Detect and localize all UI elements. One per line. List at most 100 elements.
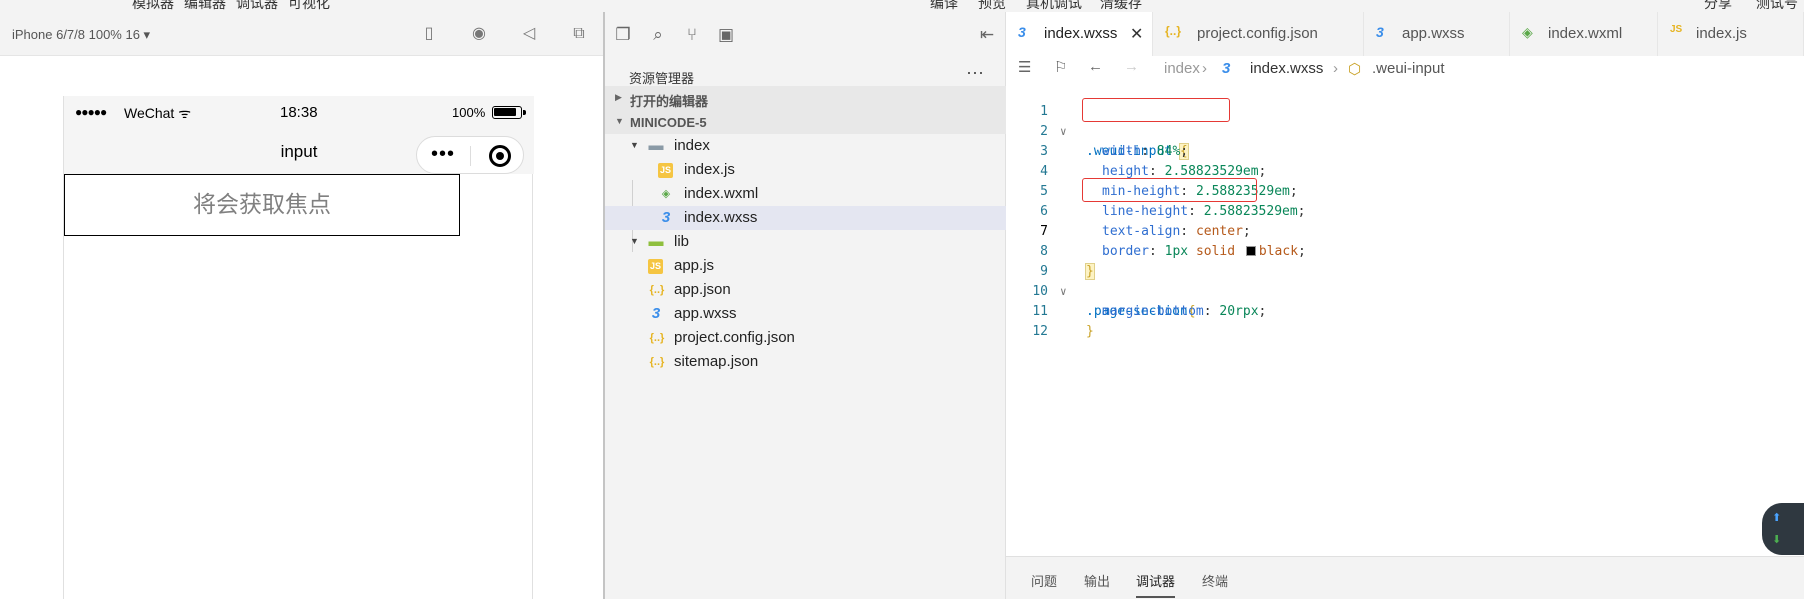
project-section[interactable]: ▼ MINICODE-5 (605, 110, 1006, 134)
chevron-down-icon: ▼ (630, 236, 639, 246)
tab-label: index.js (1696, 25, 1747, 42)
menu-test-account[interactable]: 测试号 (1756, 0, 1798, 12)
tree-item-label: app.wxss (674, 305, 737, 322)
files-icon[interactable]: ❐ (612, 24, 634, 46)
explorer-panel: ❐ ⌕ ⑂ ▣ ⇤ 资源管理器 ··· ▶ 打开的编辑器 ▼ MINICODE-… (605, 12, 1006, 599)
chevron-right-icon: › (1202, 60, 1207, 77)
tab-project-config-json[interactable]: {..} project.config.json (1153, 12, 1364, 56)
tab-problems[interactable]: 问题 (1031, 571, 1057, 590)
highlight-box-text-align (1082, 178, 1257, 202)
tab-app-wxss[interactable]: 3 app.wxss (1364, 12, 1510, 56)
search-icon[interactable]: ⌕ (647, 24, 669, 46)
folder-open-icon: ▬ (648, 137, 664, 154)
js-file-icon: JS (648, 259, 663, 274)
tab-label: index.wxss (1044, 25, 1118, 42)
tree-item-index-js[interactable]: JS index.js (605, 158, 1006, 182)
menu-clear-cache[interactable]: 清缓存 (1100, 0, 1142, 12)
tab-index-wxss[interactable]: 3 index.wxss ✕ (1006, 12, 1153, 56)
more-icon[interactable]: ••• (431, 143, 455, 166)
record-icon[interactable]: ◉ (469, 24, 489, 44)
code-line: 8 } (1006, 222, 1804, 280)
tree-item-project-config-json[interactable]: {..} project.config.json (605, 326, 1006, 350)
device-selector[interactable]: iPhone 6/7/8 100% 16 ▾ (12, 27, 150, 43)
tab-label: index.wxml (1548, 25, 1623, 42)
tree-item-lib-folder[interactable]: ▼ ▬ lib (605, 230, 1006, 254)
menu-visual[interactable]: 可视化 (288, 0, 330, 12)
tree-item-index-wxss[interactable]: 3 index.wxss (605, 206, 1006, 230)
folder-lib-icon: ▬ (648, 233, 664, 250)
upload-arrow-icon: ⬆ (1772, 512, 1782, 524)
tree-item-label: app.json (674, 281, 731, 298)
project-label: MINICODE-5 (630, 115, 707, 130)
wifi-icon: ᯤ (178, 105, 192, 121)
code-editor: 3 index.wxss ✕ {..} project.config.json … (1006, 12, 1804, 599)
tree-item-app-json[interactable]: {..} app.json (605, 278, 1006, 302)
tab-index-js[interactable]: JS index.js (1658, 12, 1804, 56)
tree-item-app-js[interactable]: JS app.js (605, 254, 1006, 278)
weui-input-field[interactable]: 将会获取焦点 (64, 174, 460, 236)
phone-screen: ●●●●● WeChat ᯤ 18:38 100% input ••• 将会获取… (63, 96, 534, 599)
tree-item-index-wxml[interactable]: ◈ index.wxml (605, 182, 1006, 206)
simulator-toolbar: iPhone 6/7/8 100% 16 ▾ ▯ ◉ ◁ ⧉ (0, 12, 603, 56)
forward-arrow-icon[interactable]: → (1124, 58, 1139, 75)
line-number: 12 (1032, 324, 1048, 339)
tab-index-wxml[interactable]: ◈ index.wxml (1510, 12, 1658, 56)
wxml-file-icon: ◈ (661, 188, 671, 200)
detach-window-icon[interactable]: ⧉ (569, 24, 589, 44)
menu-simulator[interactable]: 模拟器 (132, 0, 174, 12)
tab-output[interactable]: 输出 (1084, 571, 1110, 590)
breadcrumb-file[interactable]: index.wxss (1250, 60, 1323, 77)
close-miniprogram-icon[interactable] (489, 145, 511, 167)
json-file-icon: {..} (649, 356, 665, 368)
code-text: } (1086, 324, 1094, 339)
menu-debugger[interactable]: 调试器 (236, 0, 278, 12)
tab-debugger[interactable]: 调试器 (1136, 571, 1176, 598)
explorer-title: 资源管理器 (629, 71, 695, 86)
breadcrumb-folder[interactable]: index (1164, 60, 1200, 77)
source-control-icon[interactable]: ⑂ (681, 24, 703, 46)
top-menu-bar: 模拟器 编辑器 调试器 可视化 编译 预览 真机调试 清缓存 分享 测试号 (0, 0, 1804, 12)
outline-icon[interactable]: ☰ (1018, 58, 1031, 76)
menu-share[interactable]: 分享 (1704, 0, 1732, 12)
volume-icon[interactable]: ◁ (519, 24, 539, 44)
simulator-panel: iPhone 6/7/8 100% 16 ▾ ▯ ◉ ◁ ⧉ ●●●●● WeC… (0, 12, 603, 599)
close-icon[interactable]: ✕ (1130, 24, 1143, 44)
capsule-divider (470, 146, 471, 166)
tree-item-label: index.wxml (684, 185, 759, 202)
code-line: 7 border: 1px solid black; (1006, 202, 1804, 259)
tab-terminal[interactable]: 终端 (1202, 571, 1228, 590)
tree-item-label: index (674, 137, 710, 154)
code-line: 4 min-height: 2.58823529em; (1006, 142, 1804, 199)
network-speed-widget[interactable]: ⬆ ⬇ (1762, 503, 1804, 555)
open-editors-section[interactable]: ▶ 打开的编辑器 (605, 86, 1006, 110)
open-editors-label: 打开的编辑器 (630, 94, 709, 109)
tree-item-label: sitemap.json (674, 353, 759, 370)
chevron-right-icon: ▶ (615, 92, 622, 102)
editor-tabs: 3 index.wxss ✕ {..} project.config.json … (1006, 12, 1804, 56)
back-arrow-icon[interactable]: ← (1088, 58, 1103, 75)
highlight-box-width (1082, 98, 1230, 122)
json-file-icon: {..} (649, 332, 665, 344)
tree-item-index-folder[interactable]: ▼ ▬ index (605, 134, 1006, 158)
tree-item-sitemap-json[interactable]: {..} sitemap.json (605, 350, 1006, 374)
collapse-panel-icon[interactable]: ⇤ (976, 24, 998, 46)
code-line: 9 ∨ .page-section{ (1006, 242, 1804, 319)
menu-editor[interactable]: 编辑器 (184, 0, 226, 12)
wxss-file-icon: 3 (651, 305, 661, 322)
menu-real-debug[interactable]: 真机调试 (1026, 0, 1082, 12)
menu-preview[interactable]: 预览 (978, 0, 1006, 12)
wxss-file-icon: 3 (1222, 60, 1231, 77)
devtools-window: 模拟器 编辑器 调试器 可视化 编译 预览 真机调试 清缓存 分享 测试号 iP… (0, 0, 1804, 599)
bookmark-icon[interactable]: ⚐ (1054, 58, 1067, 76)
tree-item-app-wxss[interactable]: 3 app.wxss (605, 302, 1006, 326)
breadcrumb-symbol[interactable]: .weui-input (1372, 60, 1445, 77)
tree-item-label: project.config.json (674, 329, 795, 346)
menu-compile[interactable]: 编译 (930, 0, 958, 12)
battery-icon (492, 106, 526, 119)
download-arrow-icon: ⬇ (1772, 534, 1782, 546)
symbol-icon: ⬡ (1348, 61, 1362, 78)
extensions-icon[interactable]: ▣ (715, 24, 737, 46)
more-actions-icon[interactable]: ··· (966, 62, 984, 83)
phone-icon[interactable]: ▯ (419, 24, 439, 44)
menu-capsule: ••• (416, 136, 524, 174)
